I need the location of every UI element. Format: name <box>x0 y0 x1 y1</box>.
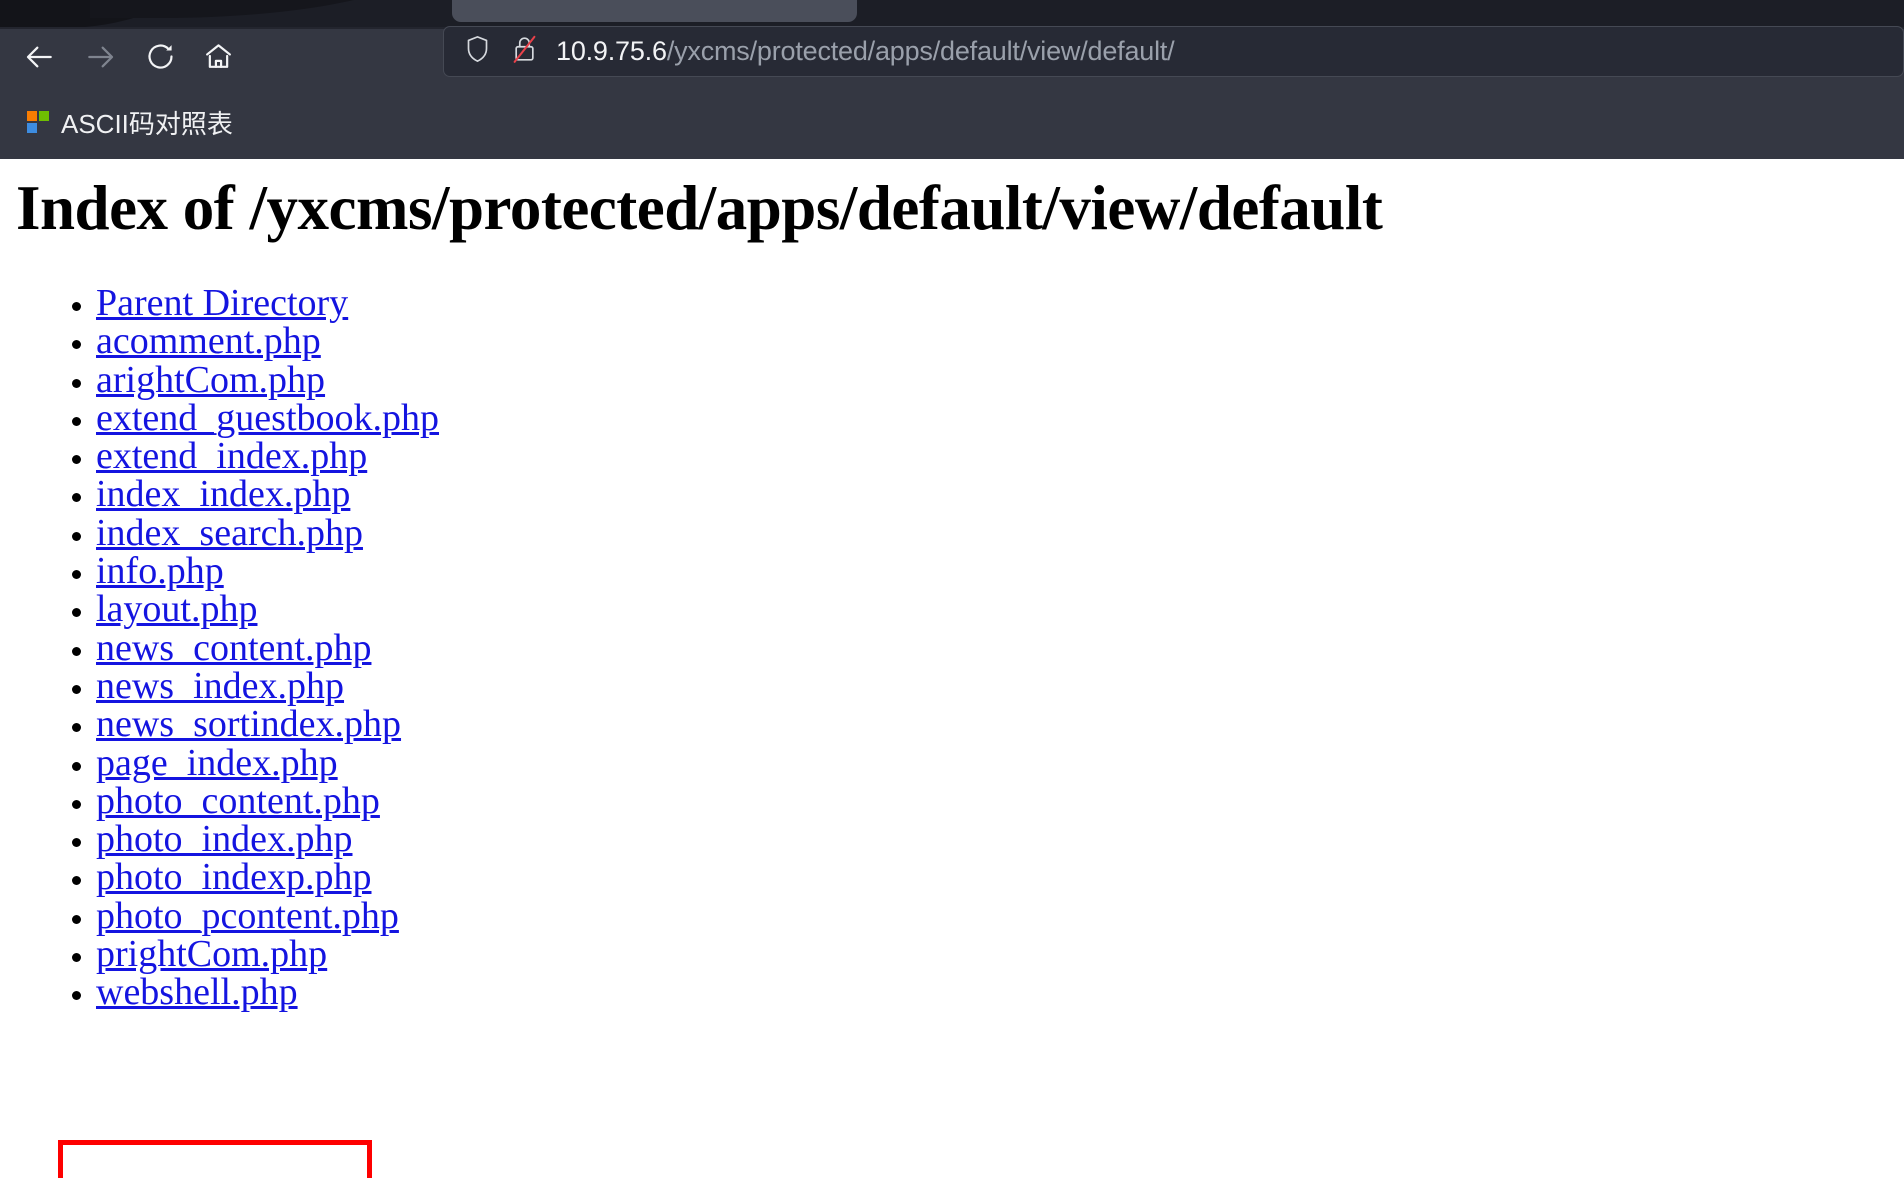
forward-button[interactable] <box>74 31 126 83</box>
page-title: Index of /yxcms/protected/apps/default/v… <box>16 173 1383 243</box>
browser-chrome: 10.9.75.6/yxcms/protected/apps/default/v… <box>0 0 1904 159</box>
directory-link[interactable]: photo_indexp.php <box>96 856 371 898</box>
annotation-highlight-box <box>58 1140 372 1178</box>
list-item: arightCom.php <box>96 359 439 401</box>
url-host: 10.9.75.6 <box>556 36 667 66</box>
list-item: news_sortindex.php <box>96 705 439 743</box>
list-item: info.php <box>96 552 439 590</box>
list-item: webshell.php <box>96 973 439 1011</box>
directory-listing: Parent Directoryacomment.phparightCom.ph… <box>0 284 439 1012</box>
list-item: news_content.php <box>96 629 439 667</box>
directory-link[interactable]: arightCom.php <box>96 359 325 401</box>
back-button[interactable] <box>14 31 66 83</box>
list-item: acomment.php <box>96 322 439 360</box>
list-item: extend_guestbook.php <box>96 399 439 437</box>
directory-link[interactable]: index_index.php <box>96 473 350 515</box>
directory-link[interactable]: news_content.php <box>96 627 371 669</box>
bookmark-item-ascii[interactable]: ASCII码对照表 <box>18 99 241 145</box>
reload-button[interactable] <box>134 31 186 83</box>
url-text: 10.9.75.6/yxcms/protected/apps/default/v… <box>556 36 1175 67</box>
home-icon <box>203 41 234 72</box>
list-item: Parent Directory <box>96 284 439 322</box>
list-item: photo_content.php <box>96 782 439 820</box>
tab-strip-decoration-2 <box>90 0 420 18</box>
list-item: layout.php <box>96 590 439 628</box>
list-item: photo_index.php <box>96 820 439 858</box>
directory-link[interactable]: Parent Directory <box>96 282 348 324</box>
directory-link[interactable]: photo_index.php <box>96 818 352 860</box>
list-item: index_search.php <box>96 514 439 552</box>
directory-link[interactable]: index_search.php <box>96 512 363 554</box>
list-item: extend_index.php <box>96 437 439 475</box>
insecure-lock-icon[interactable] <box>511 34 538 69</box>
directory-link[interactable]: acomment.php <box>96 320 321 362</box>
directory-link[interactable]: extend_guestbook.php <box>96 397 439 439</box>
browser-tab-active[interactable] <box>452 0 857 22</box>
home-button[interactable] <box>192 31 244 83</box>
arrow-right-icon <box>84 41 116 73</box>
list-item: page_index.php <box>96 742 439 784</box>
ascii-favicon <box>26 110 50 135</box>
list-item: index_index.php <box>96 475 439 513</box>
directory-link[interactable]: layout.php <box>96 588 257 630</box>
directory-link[interactable]: news_sortindex.php <box>96 703 401 745</box>
directory-link[interactable]: webshell.php <box>96 971 298 1013</box>
page-content: Index of /yxcms/protected/apps/default/v… <box>0 159 1904 1178</box>
list-item: news_index.php <box>96 667 439 705</box>
directory-link[interactable]: news_index.php <box>96 665 344 707</box>
bookmark-label: ASCII码对照表 <box>61 108 233 139</box>
directory-link[interactable]: extend_index.php <box>96 435 367 477</box>
list-item: photo_pcontent.php <box>96 897 439 935</box>
address-bar[interactable]: 10.9.75.6/yxcms/protected/apps/default/v… <box>443 26 1904 77</box>
arrow-left-icon <box>24 41 56 73</box>
directory-link[interactable]: prightCom.php <box>96 933 327 975</box>
tab-strip <box>0 0 1904 28</box>
shield-icon[interactable] <box>464 34 491 69</box>
directory-link[interactable]: photo_content.php <box>96 780 380 822</box>
list-item: prightCom.php <box>96 935 439 973</box>
list-item: photo_indexp.php <box>96 858 439 896</box>
bookmarks-bar: ASCII码对照表 <box>0 85 1904 159</box>
directory-link[interactable]: info.php <box>96 550 224 592</box>
directory-link[interactable]: photo_pcontent.php <box>96 895 399 937</box>
reload-icon <box>145 41 176 72</box>
directory-link[interactable]: page_index.php <box>96 742 338 784</box>
url-path: /yxcms/protected/apps/default/view/defau… <box>666 36 1175 66</box>
